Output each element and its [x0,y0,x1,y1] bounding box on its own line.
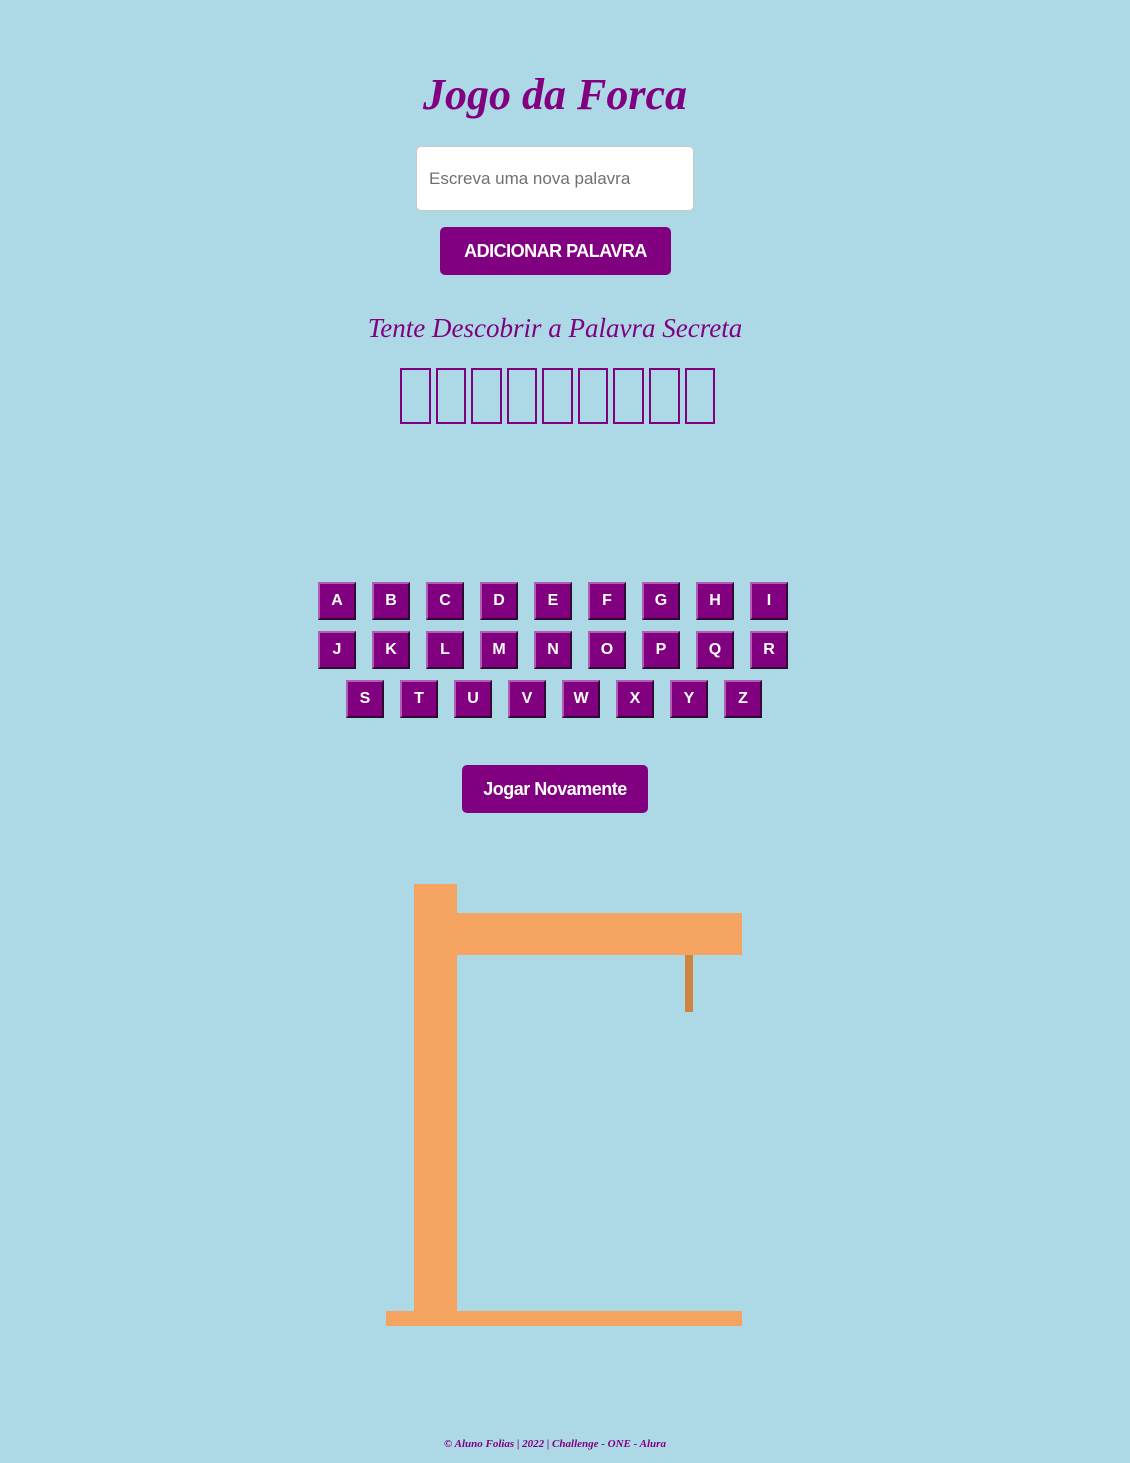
key-y[interactable]: Y [670,680,708,718]
letter-slot [648,368,680,424]
key-u[interactable]: U [454,680,492,718]
key-l[interactable]: L [426,631,464,669]
key-v[interactable]: V [508,680,546,718]
gallows-rope [685,955,693,1012]
letter-slot [542,368,573,424]
key-f[interactable]: F [588,582,626,620]
letter-slot [613,368,644,424]
key-o[interactable]: O [588,631,626,669]
secret-word [400,368,720,426]
game-subtitle: Tente Descobrir a Palavra Secreta [367,313,743,343]
keyboard-row: JKLMNOPQR [318,631,804,669]
key-n[interactable]: N [534,631,572,669]
key-x[interactable]: X [616,680,654,718]
key-t[interactable]: T [400,680,438,718]
key-e[interactable]: E [534,582,572,620]
letter-slot [506,368,538,424]
footer-credits: © Aluno Folias | 2022 | Challenge - ONE … [444,1438,666,1450]
key-j[interactable]: J [318,631,356,669]
letter-slot [435,368,467,424]
key-p[interactable]: P [642,631,680,669]
letter-slot [471,368,502,424]
gallows-beam [457,913,742,955]
letter-slot [684,368,716,424]
new-word-input[interactable] [416,146,694,211]
key-i[interactable]: I [750,582,788,620]
key-k[interactable]: K [372,631,410,669]
key-m[interactable]: M [480,631,518,669]
key-r[interactable]: R [750,631,788,669]
letter-slot [577,368,609,424]
key-b[interactable]: B [372,582,410,620]
page-title: Jogo da Forca [423,70,687,119]
key-q[interactable]: Q [696,631,734,669]
keyboard-row: STUVWXYZ [346,680,778,718]
gallows [386,884,742,1326]
key-w[interactable]: W [562,680,600,718]
key-c[interactable]: C [426,582,464,620]
key-g[interactable]: G [642,582,680,620]
key-z[interactable]: Z [724,680,762,718]
key-s[interactable]: S [346,680,384,718]
key-h[interactable]: H [696,582,734,620]
play-again-button[interactable]: Jogar Novamente [462,765,648,813]
gallows-base [386,1311,742,1326]
key-d[interactable]: D [480,582,518,620]
letter-slot [400,368,431,424]
gallows-post [414,884,457,1326]
keyboard-row: ABCDEFGHI [318,582,804,620]
add-word-button[interactable]: ADICIONAR PALAVRA [440,227,671,275]
key-a[interactable]: A [318,582,356,620]
